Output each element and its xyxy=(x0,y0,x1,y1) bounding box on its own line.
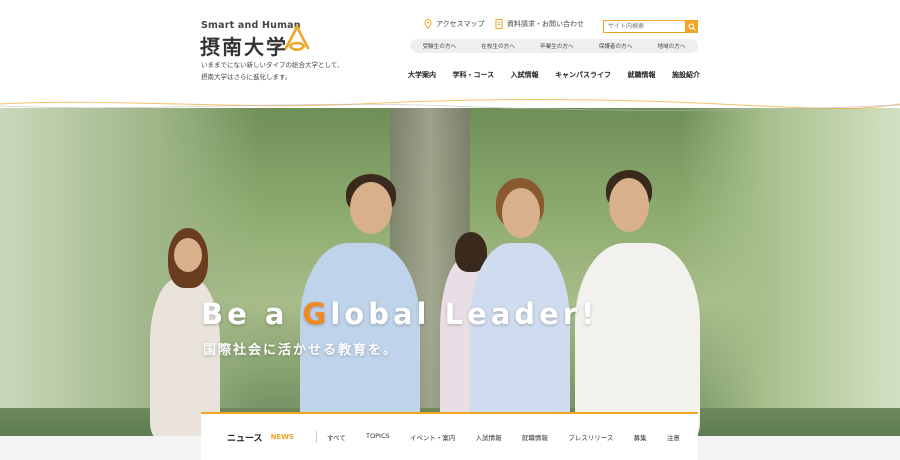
headline-accent-letter: G xyxy=(302,297,331,331)
audience-parents[interactable]: 保護者の方へ xyxy=(599,42,633,50)
news-title: ニュース xyxy=(227,433,263,444)
access-map-label: アクセスマップ xyxy=(436,20,485,28)
news-tab-press[interactable]: プレスリリース xyxy=(568,432,613,442)
audience-nav: 受験生の方へ 在校生の方へ 卒業生の方へ 保護者の方へ 地域の方へ xyxy=(410,39,698,53)
news-tab-careers[interactable]: 就職情報 xyxy=(522,432,548,442)
search-button[interactable] xyxy=(686,20,698,33)
global-nav: 大学案内 学科・コース 入試情報 キャンパスライフ 就職情報 施設紹介 xyxy=(408,70,700,80)
headline-part-1: Be a xyxy=(201,297,303,331)
news-tab-topics[interactable]: TOPICS xyxy=(366,432,390,442)
news-categories: すべて TOPICS イベント・案内 入試情報 就職情報 プレスリリース 募集 … xyxy=(327,432,698,442)
student-head-1 xyxy=(174,238,202,272)
news-tab-all[interactable]: すべて xyxy=(327,432,346,442)
tagline: いままでにない新しいタイプの総合大学として、 摂南大学はさらに進化します。 xyxy=(201,59,343,83)
nav-admissions[interactable]: 入試情報 xyxy=(511,70,539,80)
news-tab-admissions[interactable]: 入試情報 xyxy=(476,432,502,442)
search-icon xyxy=(688,22,696,31)
audience-students[interactable]: 在校生の方へ xyxy=(481,42,515,50)
tagline-line-2: 摂南大学はさらに進化します。 xyxy=(201,73,292,81)
request-link[interactable]: 資料請求・お問い合わせ xyxy=(495,19,584,29)
nav-about[interactable]: 大学案内 xyxy=(408,70,436,80)
news-divider xyxy=(315,431,317,443)
hero-headline: Be a Global Leader! xyxy=(201,297,598,331)
hero-subheadline: 国際社会に活かせる教育を。 xyxy=(203,343,399,358)
request-label: 資料請求・お問い合わせ xyxy=(507,20,584,28)
access-map-link[interactable]: アクセスマップ xyxy=(424,19,484,29)
audience-community[interactable]: 地域の方へ xyxy=(657,42,685,50)
news-tab-events[interactable]: イベント・案内 xyxy=(410,432,456,442)
news-tab-notice[interactable]: 注意 xyxy=(667,432,680,442)
hero-banner: Be a Global Leader! 国際社会に活かせる教育を。 xyxy=(0,108,900,460)
audience-alumni[interactable]: 卒業生の方へ xyxy=(540,42,574,50)
nav-campus-life[interactable]: キャンパスライフ xyxy=(555,70,611,80)
site-header: Smart and Human 摂南大学 いままでにない新しいタイプの総合大学と… xyxy=(0,0,900,108)
nav-careers[interactable]: 就職情報 xyxy=(628,70,656,80)
student-head-4 xyxy=(502,188,540,238)
logo-university-name[interactable]: 摂南大学 xyxy=(200,31,288,60)
student-head-2 xyxy=(350,182,392,234)
news-title-en: NEWS xyxy=(270,433,294,441)
audience-prospective[interactable]: 受験生の方へ xyxy=(423,42,457,50)
logo-mark-icon[interactable] xyxy=(284,24,310,52)
map-pin-icon xyxy=(424,19,432,29)
student-head-5 xyxy=(609,178,649,232)
document-icon xyxy=(495,19,503,29)
nav-departments[interactable]: 学科・コース xyxy=(452,70,494,80)
tagline-line-1: いままでにない新しいタイプの総合大学として、 xyxy=(201,61,344,69)
news-tab-recruit[interactable]: 募集 xyxy=(634,432,647,442)
header-wave-divider xyxy=(0,99,900,111)
headline-part-2: lobal Leader! xyxy=(330,297,599,331)
news-tab-bar: ニュース NEWS すべて TOPICS イベント・案内 入試情報 就職情報 プ… xyxy=(201,412,698,460)
site-search-input[interactable] xyxy=(603,20,686,33)
nav-facilities[interactable]: 施設紹介 xyxy=(672,70,700,80)
